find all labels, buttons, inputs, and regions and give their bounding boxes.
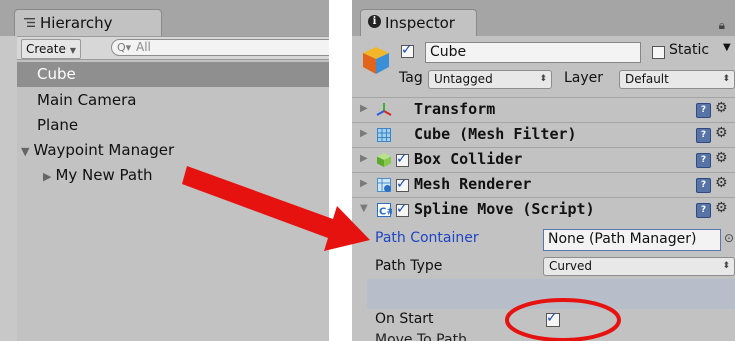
path-type-dropdown[interactable]: Curved ⬍ xyxy=(543,257,735,276)
gameobject-cube-icon xyxy=(363,47,389,74)
path-container-value: None (Path Manager) xyxy=(548,231,697,247)
hierarchy-tabstrip: Hierarchy xyxy=(0,0,329,36)
triangle-right-icon[interactable]: ▶ xyxy=(43,164,51,189)
box-collider-enabled-checkbox[interactable]: ✓ xyxy=(396,151,409,167)
layer-dropdown[interactable]: Default ⬍ xyxy=(619,70,735,89)
object-picker-icon[interactable]: ⊙ xyxy=(724,231,734,245)
gear-icon[interactable]: ⚙ xyxy=(715,200,728,216)
component-box-collider[interactable]: ▶ ✓ Box Collider ? ⚙ xyxy=(352,147,735,172)
component-transform[interactable]: ▶ Transform ? ⚙ xyxy=(352,97,735,122)
hierarchy-item-label: Plane xyxy=(37,116,79,134)
lock-icon[interactable]: 🔒︎ xyxy=(719,18,725,33)
tag-value: Untagged xyxy=(434,72,493,86)
updown-arrows-icon: ⬍ xyxy=(722,74,730,84)
search-icon: Q▾ xyxy=(117,41,132,54)
script-icon: C# xyxy=(377,203,392,218)
checkmark-icon: ✓ xyxy=(396,151,408,167)
hierarchy-item-label: Main Camera xyxy=(37,91,137,109)
create-dropdown-button[interactable]: Create ▼ xyxy=(21,39,82,59)
inspector-tab[interactable]: i Inspector xyxy=(360,9,477,36)
hierarchy-item-my-new-path[interactable]: ▶ My New Path xyxy=(17,163,153,188)
transform-icon xyxy=(376,103,392,116)
gameobject-active-checkbox[interactable]: ✓ xyxy=(401,42,414,58)
triangle-right-icon[interactable]: ▶ xyxy=(360,178,368,189)
mesh-renderer-enabled-checkbox[interactable]: ✓ xyxy=(396,176,409,192)
tag-dropdown[interactable]: Untagged ⬍ xyxy=(428,70,552,89)
layer-label: Layer xyxy=(564,70,604,86)
updown-arrows-icon: ⬍ xyxy=(539,74,547,84)
create-label: Create xyxy=(26,42,66,56)
hierarchy-item-label: My New Path xyxy=(55,166,153,184)
tag-label: Tag xyxy=(399,70,423,86)
hierarchy-search-input[interactable]: Q▾ All xyxy=(111,39,329,56)
hierarchy-left-gutter xyxy=(0,36,17,341)
hierarchy-item-label: Cube xyxy=(37,65,76,83)
gear-icon[interactable]: ⚙ xyxy=(715,150,728,166)
component-name: Cube (Mesh Filter) xyxy=(414,125,577,143)
help-book-icon[interactable]: ? xyxy=(696,103,711,118)
triangle-right-icon[interactable]: ▶ xyxy=(360,103,368,114)
gear-icon[interactable]: ⚙ xyxy=(715,175,728,191)
mesh-filter-icon xyxy=(377,128,391,142)
layer-value: Default xyxy=(625,72,669,86)
info-icon: i xyxy=(368,15,381,28)
help-book-icon[interactable]: ? xyxy=(696,153,711,168)
hierarchy-tab[interactable]: Hierarchy xyxy=(14,9,162,36)
hierarchy-item-main-camera[interactable]: Main Camera xyxy=(17,88,136,113)
hierarchy-toolbar: Create ▼ Q▾ All xyxy=(17,36,329,60)
component-mesh-filter[interactable]: ▶ Cube (Mesh Filter) ? ⚙ xyxy=(352,122,735,147)
hierarchy-list-icon xyxy=(24,18,35,27)
on-start-checkbox[interactable]: ✓ xyxy=(546,310,560,327)
updown-arrows-icon: ⬍ xyxy=(722,261,730,271)
help-book-icon[interactable]: ? xyxy=(696,203,711,218)
inspector-tabstrip: i Inspector 🔒︎ xyxy=(352,0,735,36)
inspector-panel: i Inspector 🔒︎ ✓ Cube Static ▼ Tag Untag… xyxy=(352,0,735,341)
empty-property-row xyxy=(367,279,735,309)
triangle-down-icon[interactable]: ▼ xyxy=(21,139,29,164)
component-name: Mesh Renderer xyxy=(414,175,532,193)
triangle-right-icon[interactable]: ▶ xyxy=(360,153,368,164)
inspector-tab-title: Inspector xyxy=(385,14,455,32)
search-placeholder: All xyxy=(136,40,151,54)
gear-icon[interactable]: ⚙ xyxy=(715,125,728,141)
component-name: Box Collider xyxy=(414,150,523,168)
component-mesh-renderer[interactable]: ▶ ✓ Mesh Renderer ? ⚙ xyxy=(352,172,735,197)
move-to-path-label: Move To Path xyxy=(375,332,467,341)
hierarchy-panel: Hierarchy Create ▼ Q▾ All Cube Main Camer… xyxy=(0,0,329,341)
svg-text:C#: C# xyxy=(379,207,392,218)
hierarchy-item-plane[interactable]: Plane xyxy=(17,113,78,138)
hierarchy-item-waypoint-manager[interactable]: ▼ Waypoint Manager xyxy=(17,138,174,163)
path-container-field[interactable]: None (Path Manager) xyxy=(543,229,721,251)
path-container-label: Path Container xyxy=(375,230,479,246)
static-checkbox[interactable] xyxy=(652,46,665,59)
on-start-label: On Start xyxy=(375,311,434,327)
box-collider-icon xyxy=(377,153,391,167)
checkmark-icon: ✓ xyxy=(546,310,558,326)
chevron-down-icon: ▼ xyxy=(69,46,77,55)
checkmark-icon: ✓ xyxy=(396,176,408,192)
checkmark-icon: ✓ xyxy=(396,201,408,217)
triangle-down-icon[interactable]: ▼ xyxy=(360,203,368,214)
static-dropdown-icon[interactable]: ▼ xyxy=(723,42,731,53)
hierarchy-tab-title: Hierarchy xyxy=(40,14,113,32)
component-spline-move-script[interactable]: ▼ C# ✓ Spline Move (Script) ? ⚙ xyxy=(352,197,735,222)
gameobject-name-field[interactable]: Cube xyxy=(425,42,641,63)
help-book-icon[interactable]: ? xyxy=(696,178,711,193)
static-label: Static xyxy=(669,42,710,58)
hierarchy-item-label: Waypoint Manager xyxy=(33,141,175,159)
component-name: Spline Move (Script) xyxy=(414,200,595,218)
spline-move-enabled-checkbox[interactable]: ✓ xyxy=(396,201,409,217)
checkmark-icon: ✓ xyxy=(401,42,413,58)
gameobject-name-value: Cube xyxy=(430,44,467,60)
help-book-icon[interactable]: ? xyxy=(696,128,711,143)
path-type-value: Curved xyxy=(549,259,593,273)
mesh-renderer-icon xyxy=(377,178,391,192)
component-name: Transform xyxy=(414,100,496,118)
hierarchy-item-cube[interactable]: Cube xyxy=(17,62,329,87)
gear-icon[interactable]: ⚙ xyxy=(715,100,728,116)
triangle-right-icon[interactable]: ▶ xyxy=(360,128,368,139)
path-type-label: Path Type xyxy=(375,258,443,274)
